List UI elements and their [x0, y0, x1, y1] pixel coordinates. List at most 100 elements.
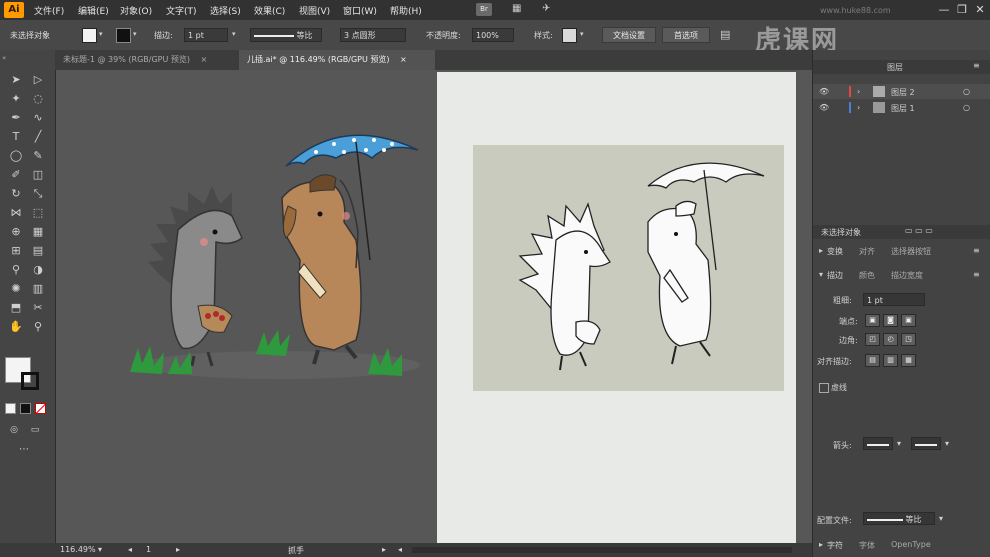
gradient-mode-icon[interactable] [20, 403, 31, 414]
preferences-button[interactable]: 首选项 [662, 27, 710, 43]
mesh-tool-icon[interactable]: ⊞ [7, 243, 25, 259]
transform-option[interactable]: 选择器按钮 [891, 246, 931, 257]
edit-toolbar-icon[interactable]: ⋯ [15, 442, 33, 458]
layer-row[interactable]: 👁 › 图层 1 ○ [813, 100, 990, 115]
stroke-option[interactable]: 颜色 [859, 270, 875, 281]
collapse-toolbar-icon[interactable]: « [2, 54, 6, 62]
chevron-down-icon[interactable]: ▾ [897, 439, 901, 448]
chevron-right-icon[interactable]: ▸ [819, 540, 823, 549]
profile-select[interactable]: 等比 [863, 512, 935, 525]
stroke-section[interactable]: 描边 [827, 270, 843, 281]
type-tool-icon[interactable]: T [7, 129, 25, 145]
shaper-tool-icon[interactable]: ✐ [7, 167, 25, 183]
next-artboard-icon[interactable]: ▸ [176, 545, 180, 554]
character-section[interactable]: 字符 [827, 540, 843, 551]
stroke-option[interactable]: 描边宽度 [891, 270, 923, 281]
blend-tool-icon[interactable]: ◑ [29, 262, 47, 278]
perspective-grid-icon[interactable]: ▦ [29, 224, 47, 240]
chevron-down-icon[interactable]: ▾ [939, 514, 943, 523]
opacity-input[interactable]: 100% [472, 28, 514, 42]
miter-join-icon[interactable]: ◰ [865, 333, 880, 346]
symbol-sprayer-icon[interactable]: ✺ [7, 281, 25, 297]
panel-menu-icon[interactable]: ≡ [973, 246, 980, 255]
transform-option[interactable]: 对齐 [859, 246, 875, 257]
free-transform-icon[interactable]: ⬚ [29, 205, 47, 221]
status-arrow-icon[interactable]: ▸ [382, 545, 386, 554]
zoom-level[interactable]: 116.49% [60, 545, 96, 554]
scroll-left-icon[interactable]: ◂ [398, 545, 402, 554]
chevron-down-icon[interactable]: ▾ [232, 30, 236, 38]
paintbrush-icon[interactable]: ✎ [29, 148, 47, 164]
chevron-right-icon[interactable]: › [857, 87, 860, 96]
direct-selection-tool-icon[interactable]: ▷ [29, 72, 47, 88]
minimize-button[interactable]: — [937, 3, 951, 17]
chevron-down-icon[interactable]: ▾ [819, 270, 823, 279]
stroke-swatch[interactable] [116, 28, 131, 43]
chevron-down-icon[interactable]: ▾ [945, 439, 949, 448]
close-icon[interactable]: × [400, 55, 407, 64]
transform-section[interactable]: 变换 [827, 246, 843, 257]
eyedropper-icon[interactable]: ⚲ [7, 262, 25, 278]
panel-menu-icon[interactable]: ≡ [973, 270, 980, 279]
panel-icons[interactable]: ▭ ▭ ▭ [905, 226, 933, 235]
slice-tool-icon[interactable]: ✂ [29, 300, 47, 316]
dashed-line-checkbox[interactable] [819, 383, 829, 393]
pen-tool-icon[interactable]: ✒ [7, 110, 25, 126]
bevel-join-icon[interactable]: ◳ [901, 333, 916, 346]
column-graph-icon[interactable]: ▥ [29, 281, 47, 297]
stroke-profile-select[interactable]: 等比 [250, 28, 322, 42]
brush-definition-select[interactable]: 3 点圆形 [340, 28, 406, 42]
start-arrowhead-select[interactable] [863, 437, 893, 450]
artboard-number[interactable]: 1 [146, 545, 151, 554]
menu-select[interactable]: 选择(S) [210, 4, 241, 17]
opentype-label[interactable]: OpenType [891, 540, 931, 549]
restore-button[interactable]: ❐ [955, 3, 969, 17]
chevron-right-icon[interactable]: ▸ [819, 246, 823, 255]
close-icon[interactable]: × [201, 55, 208, 64]
gpu-performance-icon[interactable]: ✈ [542, 3, 550, 14]
draw-mode-icon[interactable]: ◎ [5, 422, 23, 438]
layer-name[interactable]: 图层 2 [891, 87, 915, 98]
hand-tool-icon[interactable]: ✋ [7, 319, 25, 335]
width-tool-icon[interactable]: ⋈ [7, 205, 25, 221]
curvature-tool-icon[interactable]: ∿ [29, 110, 47, 126]
ellipse-tool-icon[interactable]: ◯ [7, 148, 25, 164]
arrange-documents-icon[interactable]: ▤ [720, 28, 730, 41]
eraser-icon[interactable]: ◫ [29, 167, 47, 183]
scale-tool-icon[interactable]: ⤡ [29, 186, 47, 202]
none-mode-icon[interactable] [35, 403, 46, 414]
graphic-style-swatch[interactable] [562, 28, 577, 43]
menu-help[interactable]: 帮助(H) [390, 4, 422, 17]
menu-edit[interactable]: 编辑(E) [78, 4, 109, 17]
rotate-tool-icon[interactable]: ↻ [7, 186, 25, 202]
prev-artboard-icon[interactable]: ◂ [128, 545, 132, 554]
align-center-icon[interactable]: ▤ [865, 354, 880, 367]
artboard-tool-icon[interactable]: ⬒ [7, 300, 25, 316]
colored-illustration[interactable] [120, 120, 430, 390]
document-tab-active[interactable]: 儿插.ai* @ 116.49% (RGB/GPU 预览) × [239, 50, 435, 70]
menu-file[interactable]: 文件(F) [34, 4, 64, 17]
font-label[interactable]: 字体 [859, 540, 875, 551]
panel-menu-icon[interactable]: ≡ [973, 61, 980, 70]
zoom-tool-icon[interactable]: ⚲ [29, 319, 47, 335]
projecting-cap-icon[interactable]: ▣ [901, 314, 916, 327]
document-tab[interactable]: 未标题-1 @ 39% (RGB/GPU 预览) × [55, 50, 239, 70]
chevron-down-icon[interactable]: ▾ [580, 30, 584, 38]
stroke-weight-input[interactable]: 1 pt [184, 28, 228, 42]
line-tool-icon[interactable]: ╱ [29, 129, 47, 145]
menu-effect[interactable]: 效果(C) [254, 4, 285, 17]
menu-object[interactable]: 对象(O) [120, 4, 152, 17]
selection-tool-icon[interactable]: ➤ [7, 72, 25, 88]
chevron-down-icon[interactable]: ▾ [133, 30, 137, 38]
layer-row[interactable]: 👁 › 图层 2 ○ [813, 84, 990, 99]
magic-wand-icon[interactable]: ✦ [7, 91, 25, 107]
opacity-label[interactable]: 不透明度: [426, 30, 461, 41]
document-setup-button[interactable]: 文档设置 [602, 27, 656, 43]
workspace-grid-icon[interactable]: ▦ [512, 3, 521, 14]
stroke-color-box[interactable] [21, 372, 39, 390]
close-button[interactable]: ✕ [973, 3, 987, 17]
color-mode-icon[interactable] [5, 403, 16, 414]
end-arrowhead-select[interactable] [911, 437, 941, 450]
round-cap-icon[interactable]: ◙ [883, 314, 898, 327]
chevron-down-icon[interactable]: ▾ [98, 545, 102, 554]
